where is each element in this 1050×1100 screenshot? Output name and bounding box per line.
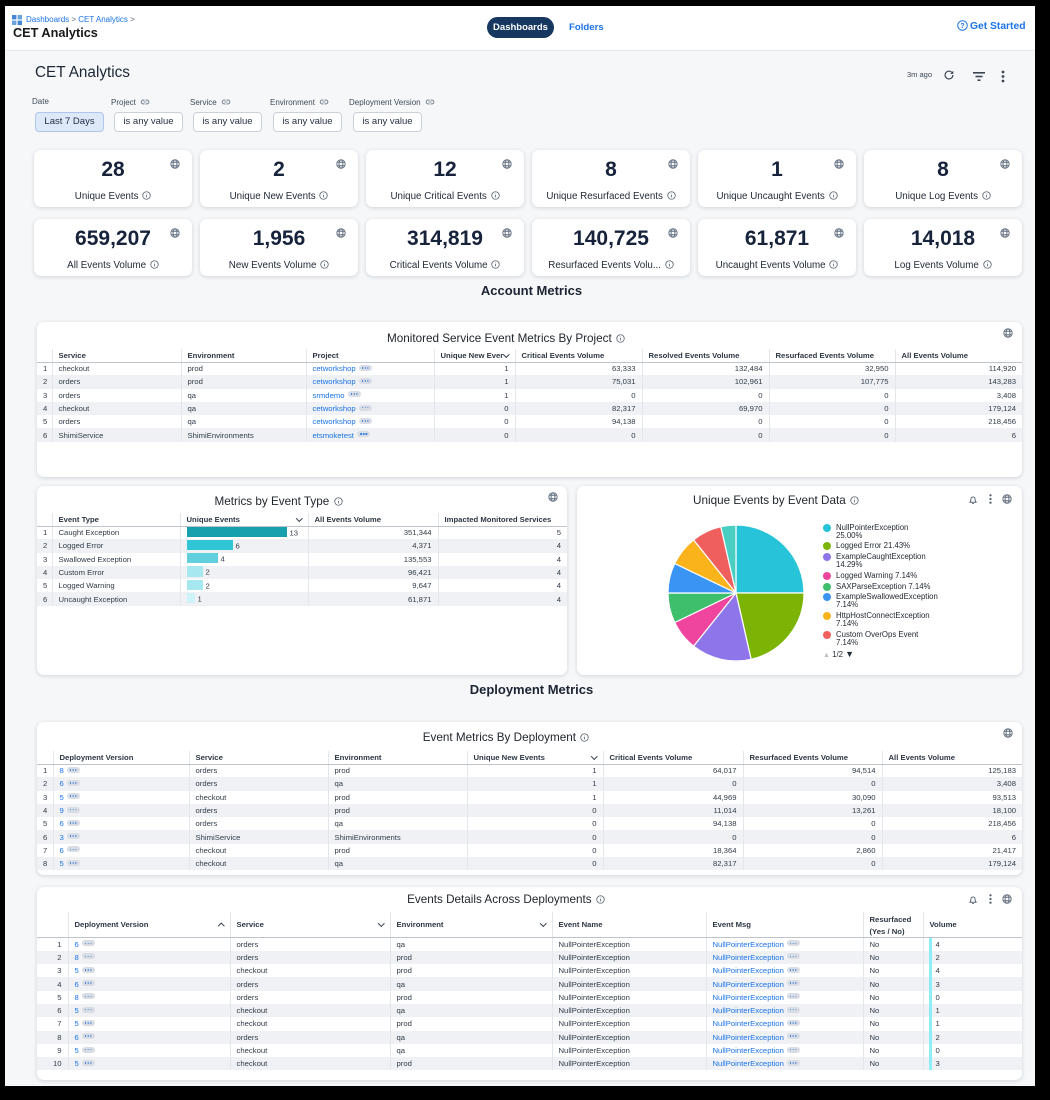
svg-text:?: ? (960, 23, 964, 30)
